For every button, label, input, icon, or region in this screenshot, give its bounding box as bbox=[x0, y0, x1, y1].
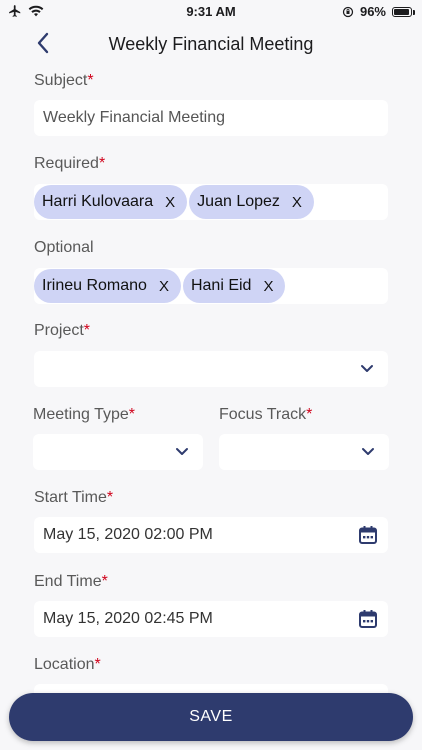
start-time-label-text: Start Time bbox=[34, 489, 107, 506]
attendee-chip[interactable]: Irineu Romano X bbox=[34, 269, 181, 303]
project-label-text: Project bbox=[34, 322, 84, 339]
required-mark: * bbox=[106, 489, 114, 506]
required-mark: * bbox=[128, 406, 135, 423]
chip-name: Hani Eid bbox=[190, 277, 252, 294]
attendee-chip[interactable]: Juan Lopez X bbox=[189, 185, 314, 219]
nav-bar: Weekly Financial Meeting bbox=[0, 26, 422, 62]
status-right: 96% bbox=[342, 4, 415, 19]
meeting-type-label-text: Meeting Type bbox=[33, 406, 129, 423]
required-mark: * bbox=[87, 72, 94, 89]
chevron-down-icon bbox=[176, 448, 188, 455]
required-chips: Harri Kulovaara X Juan Lopez X bbox=[34, 185, 314, 219]
end-time-picker[interactable]: May 15, 2020 02:45 PM bbox=[34, 601, 388, 637]
required-mark: * bbox=[98, 155, 106, 172]
meeting-type-select[interactable] bbox=[33, 434, 203, 470]
end-time-label: End Time* bbox=[34, 573, 108, 591]
focus-track-label: Focus Track* bbox=[219, 406, 312, 424]
required-mark: * bbox=[101, 573, 108, 590]
required-label: Required* bbox=[34, 155, 105, 173]
chip-remove-button[interactable]: X bbox=[292, 194, 302, 211]
end-time-value: May 15, 2020 02:45 PM bbox=[43, 610, 213, 627]
chip-name: Irineu Romano bbox=[42, 277, 147, 294]
chevron-down-icon bbox=[362, 448, 374, 455]
status-bar: 9:31 AM 96% bbox=[0, 0, 422, 22]
battery-percent: 96% bbox=[359, 4, 386, 19]
attendee-chip[interactable]: Hani Eid X bbox=[182, 269, 286, 303]
location-label: Location* bbox=[34, 656, 101, 674]
calendar-icon[interactable] bbox=[358, 609, 378, 629]
required-label-text: Required bbox=[34, 155, 99, 172]
chip-name: Harri Kulovaara bbox=[42, 193, 154, 210]
subject-value: Weekly Financial Meeting bbox=[43, 109, 226, 126]
optional-chips: Irineu Romano X Hani Eid X bbox=[34, 269, 286, 303]
page-title: Weekly Financial Meeting bbox=[108, 34, 314, 54]
project-select[interactable] bbox=[34, 351, 388, 387]
focus-track-select[interactable] bbox=[219, 434, 389, 470]
project-label: Project* bbox=[34, 322, 90, 340]
attendee-chip[interactable]: Harri Kulovaara X bbox=[34, 185, 188, 219]
start-time-label: Start Time* bbox=[34, 489, 113, 507]
required-mark: * bbox=[306, 406, 313, 423]
meeting-type-label: Meeting Type* bbox=[33, 406, 135, 424]
end-time-label-text: End Time bbox=[34, 573, 102, 590]
calendar-icon[interactable] bbox=[358, 525, 378, 545]
start-time-value: May 15, 2020 02:00 PM bbox=[43, 526, 213, 543]
optional-label: Optional bbox=[34, 239, 94, 256]
save-button[interactable]: SAVE bbox=[9, 693, 413, 741]
orientation-lock-icon bbox=[342, 6, 354, 17]
subject-input[interactable]: Weekly Financial Meeting bbox=[34, 100, 388, 136]
subject-label: Subject* bbox=[34, 72, 94, 90]
location-label-text: Location bbox=[34, 656, 95, 673]
chip-remove-button[interactable]: X bbox=[263, 278, 273, 295]
focus-track-label-text: Focus Track bbox=[219, 406, 307, 423]
required-mark: * bbox=[83, 322, 91, 339]
battery-fill bbox=[394, 8, 410, 15]
chip-remove-button[interactable]: X bbox=[165, 194, 175, 211]
chevron-down-icon bbox=[361, 365, 373, 372]
battery-icon bbox=[392, 6, 415, 17]
start-time-picker[interactable]: May 15, 2020 02:00 PM bbox=[34, 517, 388, 553]
chip-remove-button[interactable]: X bbox=[159, 278, 169, 295]
chip-name: Juan Lopez bbox=[197, 193, 280, 210]
subject-label-text: Subject bbox=[34, 72, 88, 89]
required-mark: * bbox=[94, 656, 101, 673]
